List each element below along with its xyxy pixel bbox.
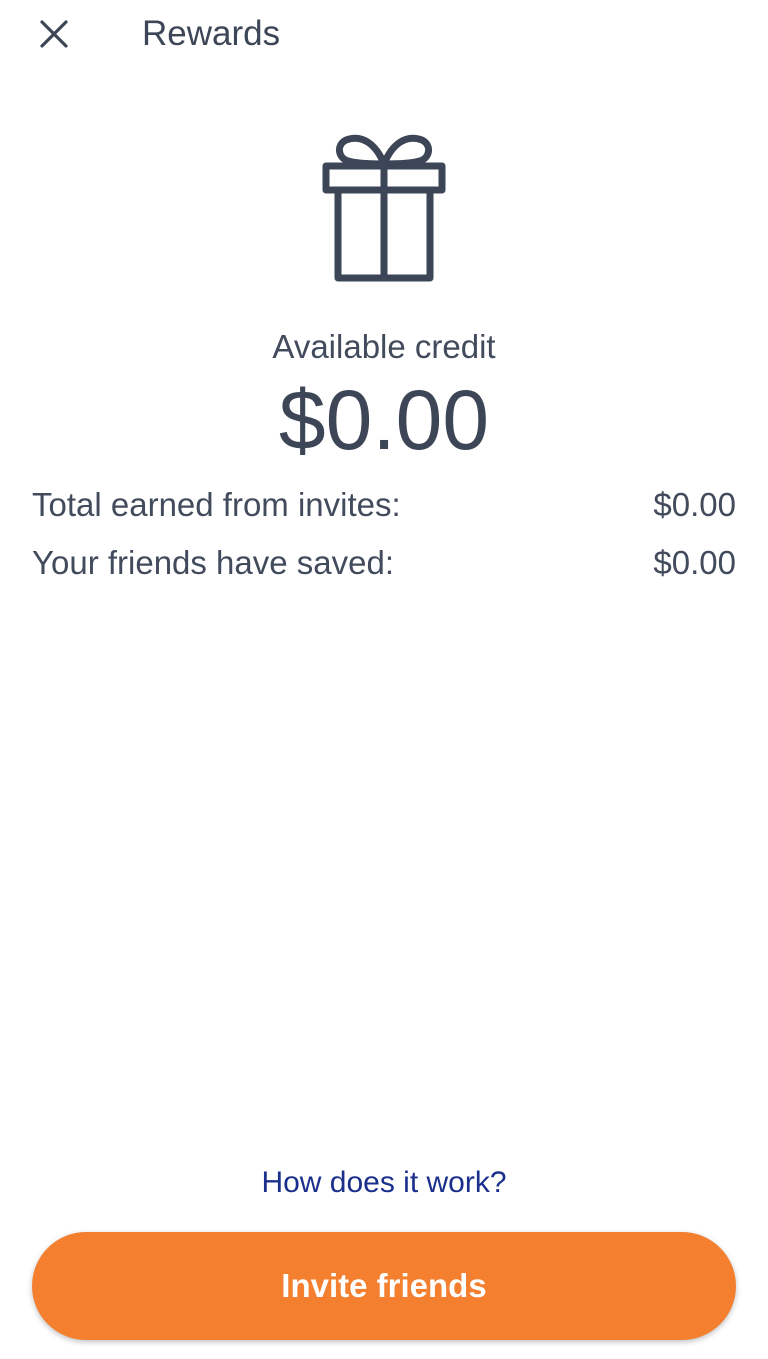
available-credit-value: $0.00 xyxy=(278,373,490,467)
available-credit-label: Available credit xyxy=(272,328,496,365)
invite-friends-label: Invite friends xyxy=(281,1267,487,1304)
stat-label: Your friends have saved: xyxy=(32,544,395,581)
page-title: Rewards xyxy=(142,14,281,53)
stat-row-friends-saved: Your friends have saved: $0.00 xyxy=(32,542,736,584)
gift-icon xyxy=(322,134,446,282)
stat-value: $0.00 xyxy=(653,544,736,581)
close-icon xyxy=(40,20,68,48)
stat-row-earned: Total earned from invites: $0.00 xyxy=(32,484,736,526)
stat-label: Total earned from invites: xyxy=(32,486,401,523)
close-button[interactable] xyxy=(30,10,78,58)
top-bar: Rewards xyxy=(0,0,768,70)
invite-friends-button[interactable]: Invite friends xyxy=(32,1232,736,1340)
stat-value: $0.00 xyxy=(653,486,736,523)
how-it-works-link[interactable]: How does it work? xyxy=(0,1163,768,1203)
